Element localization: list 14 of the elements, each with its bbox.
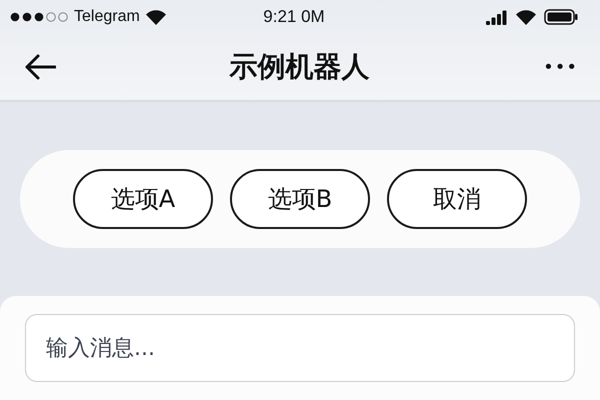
chat-title: 示例机器人 — [228, 49, 371, 85]
carrier-name: Telegram — [74, 8, 140, 26]
back-arrow-icon[interactable] — [24, 54, 56, 80]
keyboard-button[interactable]: 选项A — [73, 169, 213, 229]
message-input-field[interactable]: 输入消息... — [25, 314, 575, 382]
more-button[interactable]: ••• — [543, 56, 578, 78]
wifi-icon — [146, 10, 166, 24]
wifi-icon — [516, 10, 536, 24]
clock-time: 9:21 0M — [263, 7, 325, 27]
battery-icon — [544, 9, 578, 25]
signal-dots-icon — [10, 12, 68, 22]
keyboard-button[interactable]: 选项B — [230, 169, 370, 229]
keyboard-button[interactable]: 取消 — [387, 169, 527, 229]
cellular-signal-icon — [486, 10, 508, 24]
